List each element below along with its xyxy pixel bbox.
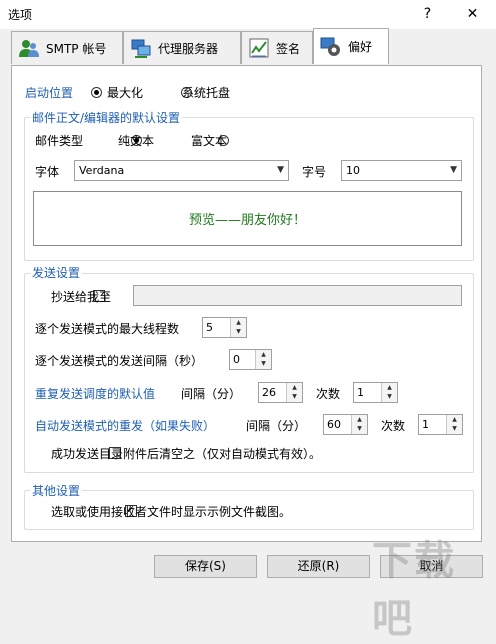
auto-count-value: 1	[422, 418, 429, 431]
max-threads-value: 5	[206, 321, 213, 334]
show-preview-label[interactable]: 选取或使用接收者文件时显示示例文件截图。	[51, 503, 291, 520]
retry-count-spinner[interactable]: 1 ▲ ▼	[353, 382, 398, 403]
max-threads-spinner[interactable]: 5 ▲ ▼	[202, 317, 247, 338]
retry-count-value: 1	[357, 386, 364, 399]
size-select[interactable]: 10 ▼	[341, 160, 462, 181]
spinner-buttons[interactable]: ▲ ▼	[351, 415, 367, 434]
retry-label: 重复发送调度的默认值	[35, 387, 156, 401]
down-arrow-icon[interactable]: ▼	[352, 424, 367, 433]
down-arrow-icon[interactable]: ▼	[256, 359, 271, 368]
restore-button[interactable]: 还原(R)	[267, 555, 370, 578]
signature-icon	[249, 38, 269, 58]
plain-text-label[interactable]: 纯文本	[118, 132, 154, 149]
startup-maximize-label[interactable]: 最大化	[107, 84, 143, 101]
retry-count-label: 次数	[316, 387, 341, 401]
font-value: Verdana	[79, 164, 125, 177]
spinner-buttons[interactable]: ▲ ▼	[446, 415, 462, 434]
editor-group-title: 邮件正文/编辑器的默认设置	[30, 109, 183, 126]
tab-label: SMTP 帐号	[46, 41, 107, 56]
tab-smtp[interactable]: SMTP 帐号	[11, 31, 123, 64]
tab-label: 签名	[276, 41, 301, 56]
spinner-buttons[interactable]: ▲ ▼	[286, 383, 302, 402]
retry-interval-label: 间隔（分）	[181, 387, 242, 401]
down-arrow-icon[interactable]: ▼	[382, 392, 397, 401]
auto-interval-value: 60	[327, 418, 341, 431]
other-group-title: 其他设置	[30, 482, 83, 499]
up-arrow-icon[interactable]: ▲	[382, 383, 397, 392]
spinner-buttons[interactable]: ▲ ▼	[381, 383, 397, 402]
rich-text-label[interactable]: 富文本	[191, 132, 227, 149]
retry-interval-spinner[interactable]: 26 ▲ ▼	[258, 382, 303, 403]
retry-interval-value: 26	[262, 386, 276, 399]
cc-label[interactable]: 抄送给我至	[51, 288, 111, 305]
up-arrow-icon[interactable]: ▲	[352, 415, 367, 424]
auto-interval-spinner[interactable]: 60 ▲ ▼	[323, 414, 368, 435]
users-icon	[19, 40, 39, 57]
tab-label: 代理服务器	[158, 41, 219, 56]
window-title: 选项	[8, 8, 33, 22]
chevron-down-icon: ▼	[450, 165, 457, 175]
gear-icon	[320, 37, 340, 56]
up-arrow-icon[interactable]: ▲	[256, 350, 271, 359]
spinner-buttons[interactable]: ▲ ▼	[255, 350, 271, 369]
startup-maximize-radio[interactable]	[91, 87, 102, 98]
save-button[interactable]: 保存(S)	[154, 555, 257, 578]
send-group-title: 发送设置	[30, 264, 83, 281]
up-arrow-icon[interactable]: ▲	[447, 415, 462, 424]
down-arrow-icon[interactable]: ▼	[447, 424, 462, 433]
font-label: 字体	[35, 165, 60, 179]
network-icon	[131, 39, 151, 58]
tab-signature[interactable]: 签名	[241, 31, 313, 64]
clear-attachments-label[interactable]: 成功发送目录附件后清空之（仅对自动模式有效）。	[51, 445, 321, 462]
font-preview: 预览——朋友你好！	[33, 191, 462, 246]
tab-preferences[interactable]: 偏好	[313, 28, 389, 64]
size-value: 10	[346, 164, 360, 177]
interval-label: 逐个发送模式的发送间隔（秒）	[35, 354, 204, 368]
startup-label: 启动位置	[25, 86, 74, 100]
interval-value: 0	[233, 353, 240, 366]
chevron-down-icon: ▼	[277, 165, 284, 175]
mail-type-label: 邮件类型	[35, 134, 84, 148]
cc-input[interactable]	[133, 285, 462, 306]
close-button[interactable]: ✕	[450, 0, 495, 29]
help-button[interactable]: ?	[405, 0, 450, 29]
tab-label: 偏好	[348, 40, 373, 54]
interval-spinner[interactable]: 0 ▲ ▼	[229, 349, 272, 370]
max-threads-label: 逐个发送模式的最大线程数	[35, 322, 180, 336]
down-arrow-icon[interactable]: ▼	[231, 327, 246, 336]
auto-resend-label: 自动发送模式的重发（如果失败）	[35, 419, 216, 433]
spinner-buttons[interactable]: ▲ ▼	[230, 318, 246, 337]
size-label: 字号	[302, 165, 327, 179]
font-select[interactable]: Verdana ▼	[74, 160, 289, 181]
tab-proxy[interactable]: 代理服务器	[123, 31, 241, 64]
startup-tray-label[interactable]: 系统托盘	[182, 84, 230, 101]
auto-interval-label: 间隔（分）	[246, 419, 307, 433]
watermark-logo: 下载吧	[372, 538, 456, 642]
up-arrow-icon[interactable]: ▲	[231, 318, 246, 327]
down-arrow-icon[interactable]: ▼	[287, 392, 302, 401]
auto-count-label: 次数	[381, 419, 406, 433]
auto-count-spinner[interactable]: 1 ▲ ▼	[418, 414, 463, 435]
up-arrow-icon[interactable]: ▲	[287, 383, 302, 392]
